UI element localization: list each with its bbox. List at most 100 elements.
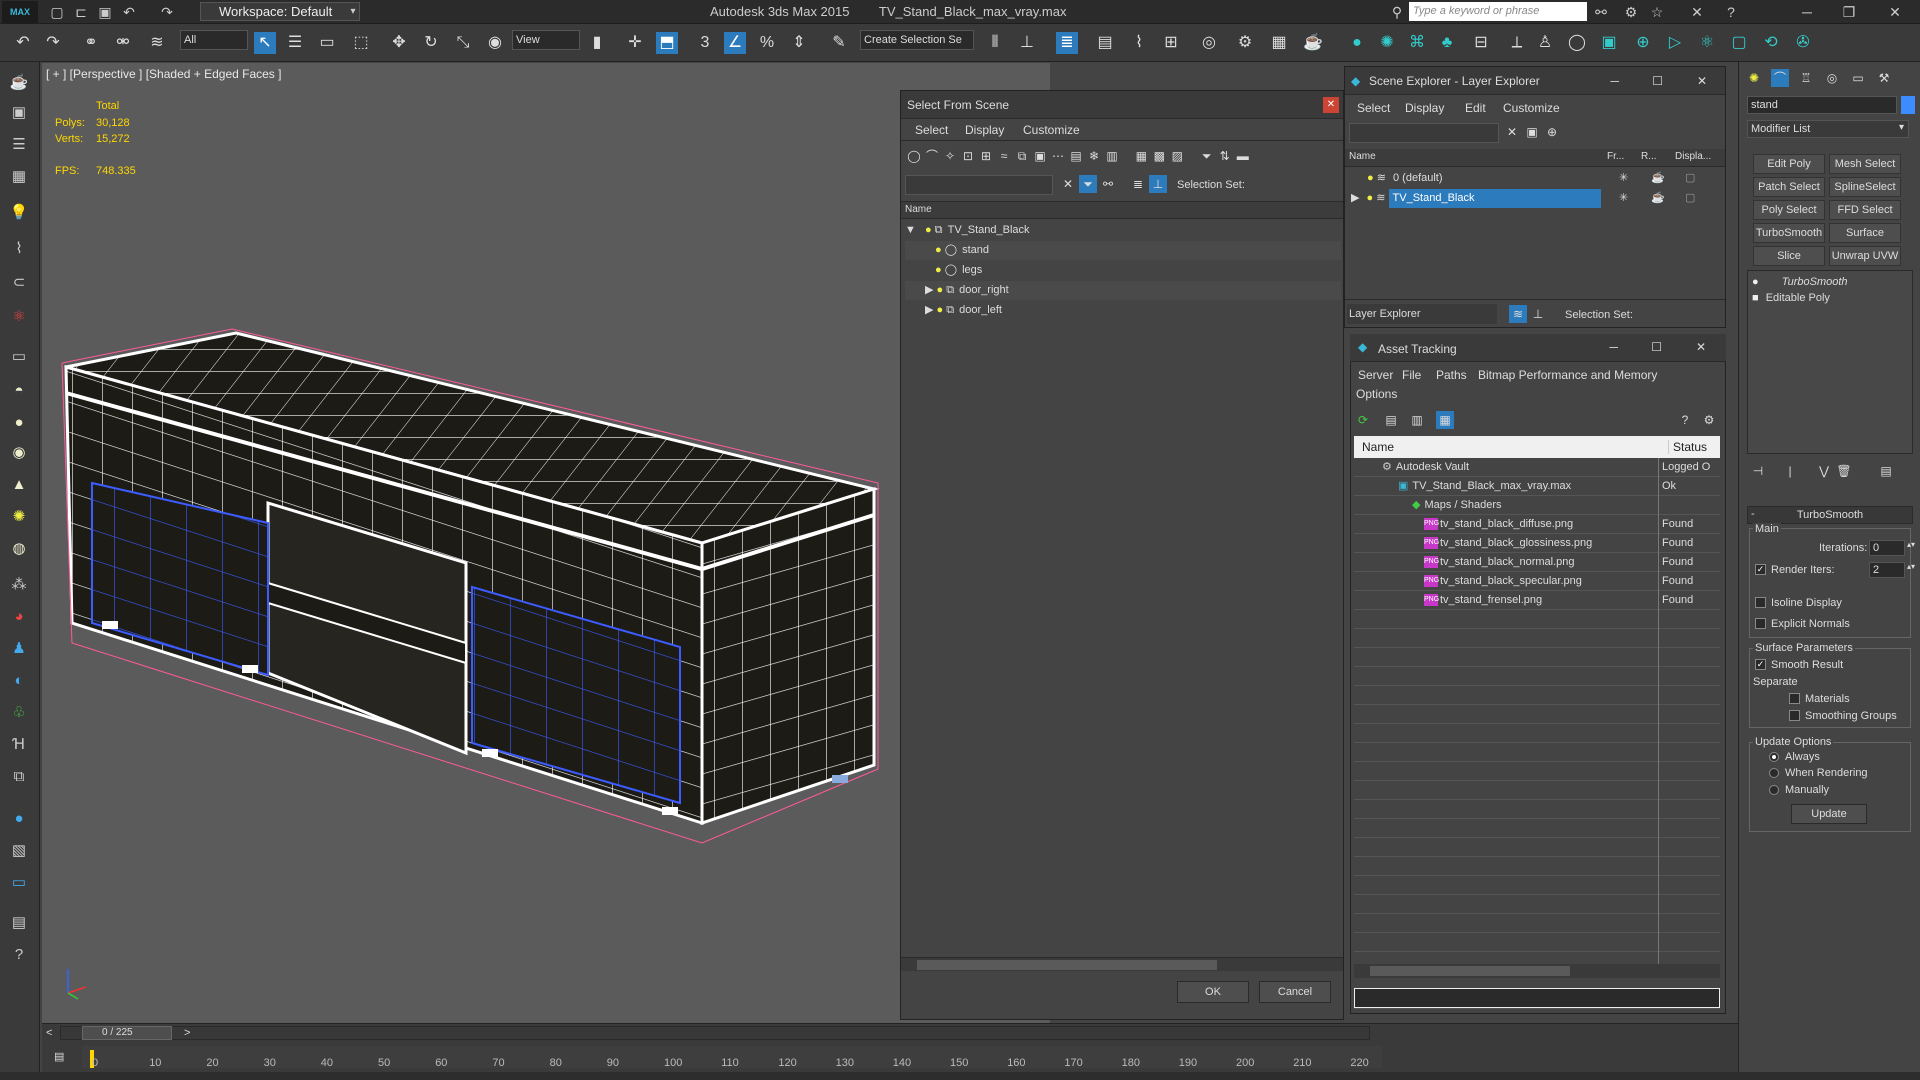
vray-sphere-icon[interactable]: ◯: [1566, 32, 1588, 54]
camera-filter-icon[interactable]: ⊡: [959, 147, 977, 165]
display-none-icon[interactable]: ▩: [1150, 147, 1168, 165]
named-selection-dropdown[interactable]: Create Selection Se: [860, 30, 974, 50]
cone-icon[interactable]: ▲: [8, 474, 30, 496]
motion-tab-icon[interactable]: ◎: [1823, 69, 1841, 87]
minimize-icon[interactable]: ─: [1609, 340, 1618, 354]
column-header[interactable]: Name: [901, 201, 1343, 219]
close-window-icon[interactable]: ✕: [1886, 3, 1904, 21]
expand-arrow-icon[interactable]: ▶: [925, 304, 933, 316]
close-icon[interactable]: ✕: [1696, 340, 1706, 354]
list-icon[interactable]: ☰: [8, 134, 30, 156]
new-layer-icon[interactable]: ▣: [1523, 123, 1541, 141]
hierarchy-icon[interactable]: ⊥: [1149, 175, 1167, 193]
details-view-icon[interactable]: ▥: [1408, 411, 1426, 429]
asset-row[interactable]: ⚙ Autodesk Vault Logged O: [1354, 458, 1720, 477]
pivot-center-icon[interactable]: ▮: [586, 32, 608, 54]
expand-arrow-icon[interactable]: ▶: [925, 284, 933, 296]
scale-icon[interactable]: ⤡: [452, 32, 474, 54]
redo-icon[interactable]: ↷: [158, 3, 176, 21]
light-icon[interactable]: 💡: [8, 202, 30, 224]
hidden-filter-icon[interactable]: ▥: [1103, 147, 1121, 165]
geometry-filter-icon[interactable]: ◯: [905, 147, 923, 165]
display-icon[interactable]: ▢: [1685, 189, 1695, 208]
menu-bitmap-performance[interactable]: Bitmap Performance and Memory: [1478, 368, 1657, 382]
maximize-icon[interactable]: ☐: [1652, 67, 1663, 95]
show-end-result-icon[interactable]: |: [1781, 462, 1799, 480]
workspace-dropdown-arrow-icon[interactable]: ▾: [344, 3, 362, 21]
modifier-list-dropdown[interactable]: Modifier List: [1747, 120, 1909, 138]
particles-icon[interactable]: ⁂: [8, 574, 30, 596]
modifier-button[interactable]: FFD Select: [1829, 200, 1901, 220]
shape-filter-icon[interactable]: ⌒: [923, 147, 941, 165]
menu-display[interactable]: Display: [1405, 101, 1444, 115]
menu-select[interactable]: Select: [915, 123, 948, 137]
vray-viewport-icon[interactable]: ▢: [1728, 32, 1750, 54]
vray-env-icon[interactable]: ♙: [1534, 32, 1556, 54]
close-icon[interactable]: ✕: [1323, 97, 1339, 113]
select-object-icon[interactable]: ↖: [254, 32, 276, 54]
save-file-icon[interactable]: ▣: [96, 3, 114, 21]
modifier-button[interactable]: Patch Select: [1753, 177, 1825, 197]
always-radio[interactable]: [1769, 752, 1779, 762]
new-file-icon[interactable]: ▢: [48, 3, 66, 21]
prev-frame-icon[interactable]: <: [46, 1027, 52, 1039]
table-view-icon[interactable]: ▦: [1436, 411, 1454, 429]
add-to-layer-icon[interactable]: ⊕: [1543, 123, 1561, 141]
explorer-type-dropdown[interactable]: Layer Explorer: [1347, 304, 1497, 324]
cancel-button[interactable]: Cancel: [1259, 981, 1331, 1003]
invert-display-icon[interactable]: ▨: [1168, 147, 1186, 165]
spinner-arrows-icon[interactable]: ▴▾: [1907, 562, 1915, 571]
sun-icon[interactable]: ✺: [8, 506, 30, 528]
isoline-display-checkbox[interactable]: [1755, 597, 1766, 608]
vray-plane-icon[interactable]: ⟂: [1506, 32, 1528, 54]
hair-icon[interactable]: Ɦ: [8, 734, 30, 756]
vray-fur-icon[interactable]: ⌘: [1406, 32, 1428, 54]
cloth-icon[interactable]: ⧉: [8, 766, 30, 788]
modifier-button[interactable]: Edit Poly: [1753, 154, 1825, 174]
collapse-arrow-icon[interactable]: ▼: [905, 224, 916, 236]
tree-item-door-left[interactable]: ▶ ● ⧉ door_left: [905, 301, 1341, 320]
sphere-icon[interactable]: ●: [8, 412, 30, 434]
menu-customize[interactable]: Customize: [1503, 101, 1560, 115]
redo-icon[interactable]: ↷: [42, 32, 64, 54]
keyboard-shortcut-override-icon[interactable]: ⬒: [656, 32, 678, 54]
modifier-button[interactable]: SplineSelect: [1829, 177, 1901, 197]
light-bulb-icon[interactable]: ●: [1367, 172, 1374, 184]
light-bulb-icon[interactable]: ●: [925, 224, 932, 236]
asset-row[interactable]: PNGtv_stand_black_diffuse.png Found: [1354, 515, 1720, 534]
help-circle-icon[interactable]: ?: [8, 944, 30, 966]
render-iters-spinner[interactable]: 2: [1869, 562, 1905, 578]
grid-icon[interactable]: ▦: [8, 166, 30, 188]
light-bulb-icon[interactable]: ●: [935, 244, 942, 256]
rectangular-selection-icon[interactable]: ▭: [316, 32, 338, 54]
render-tools-icon[interactable]: ▤: [8, 912, 30, 934]
smoothing-groups-checkbox[interactable]: [1789, 710, 1800, 721]
render-iters-checkbox[interactable]: ✓: [1755, 564, 1766, 575]
stack-item-editable-poly[interactable]: ■ Editable Poly: [1752, 289, 1830, 308]
pin-stack-icon[interactable]: ⊣: [1749, 462, 1767, 480]
search-icon[interactable]: ⚯: [1592, 3, 1610, 21]
freeze-icon[interactable]: ✳: [1619, 169, 1628, 188]
menu-server[interactable]: Server: [1358, 368, 1393, 382]
help-icon[interactable]: ?: [1722, 3, 1740, 21]
ribbon-icon[interactable]: ▤: [1094, 32, 1116, 54]
link-icon[interactable]: ⚭: [80, 32, 102, 54]
modifier-button[interactable]: Poly Select: [1753, 200, 1825, 220]
asset-row[interactable]: ◆ Maps / Shaders: [1354, 496, 1720, 515]
vray-camera-icon[interactable]: ⊕: [1632, 32, 1654, 54]
plane-icon[interactable]: ▭: [8, 346, 30, 368]
tree-item-legs[interactable]: ● ◯ legs: [905, 261, 1341, 280]
dropdown-arrow-icon[interactable]: ▾: [1899, 122, 1904, 133]
rotate-icon[interactable]: ↻: [420, 32, 442, 54]
select-by-name-icon[interactable]: ☰: [284, 32, 306, 54]
align-icon[interactable]: ⊥: [1016, 32, 1038, 54]
display-all-icon[interactable]: ▦: [1132, 147, 1150, 165]
asset-row[interactable]: ▣ TV_Stand_Black_max_vray.max Ok: [1354, 477, 1720, 496]
helper-icon[interactable]: ⊂: [8, 272, 30, 294]
utilities-tab-icon[interactable]: ⚒: [1875, 69, 1893, 87]
asset-hscrollbar[interactable]: [1354, 964, 1720, 978]
display-icon[interactable]: ▢: [1685, 169, 1695, 188]
render-icon[interactable]: ☕: [1651, 169, 1665, 188]
spinner-arrows-icon[interactable]: ▴▾: [1907, 540, 1915, 549]
move-icon[interactable]: ✥: [388, 32, 410, 54]
